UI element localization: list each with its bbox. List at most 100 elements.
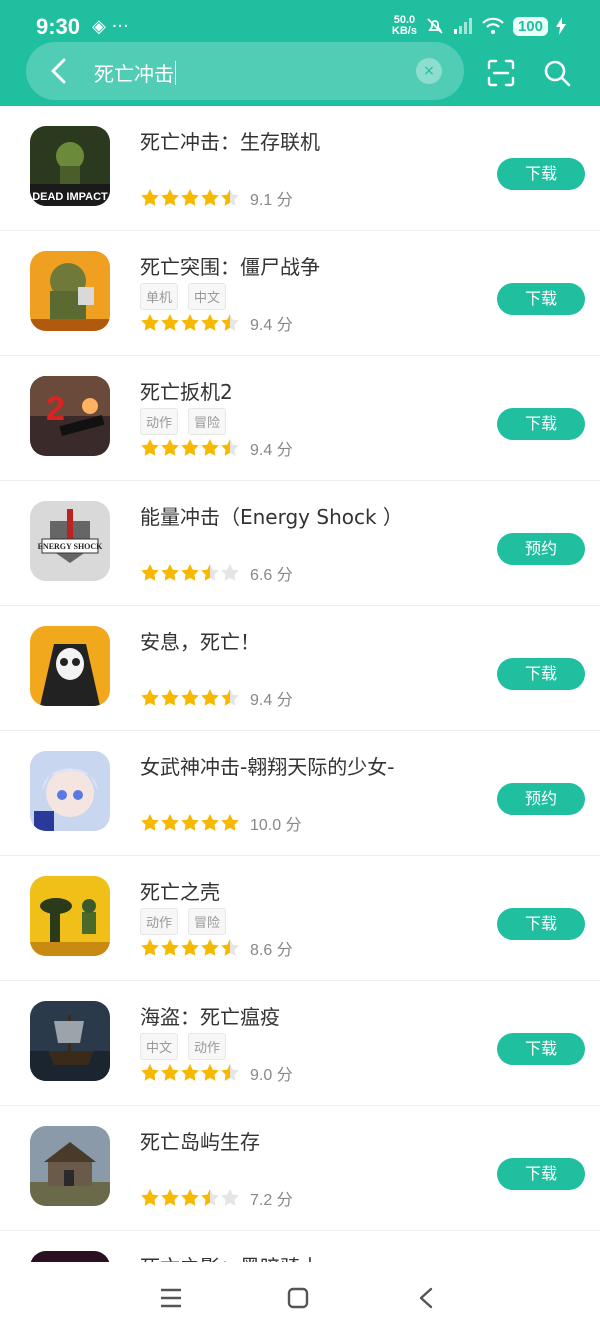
star-filled-icon bbox=[141, 439, 159, 456]
rating-score: 6.6 分 bbox=[250, 567, 293, 584]
star-filled-icon bbox=[181, 814, 199, 831]
app-title[interactable]: 死亡之壳 bbox=[140, 876, 220, 905]
clear-search-button[interactable]: × bbox=[416, 58, 442, 84]
star-filled-icon bbox=[161, 1064, 179, 1081]
app-title[interactable]: 死亡突围：僵尸战争 bbox=[140, 251, 320, 280]
home-icon[interactable] bbox=[286, 1286, 310, 1310]
rating-score: 9.4 分 bbox=[250, 692, 293, 709]
result-item[interactable]: 死亡突围：僵尸战争 单机 中文 9.4 分 下载 bbox=[0, 231, 600, 356]
star-filled-icon bbox=[141, 314, 159, 331]
rating: 7.2 分 bbox=[140, 1186, 293, 1210]
alien-shell-icon[interactable] bbox=[30, 876, 110, 956]
app-title[interactable]: 能量冲击（Energy Shock ） bbox=[140, 501, 403, 530]
app-title[interactable]: 死亡冲击：生存联机 bbox=[140, 126, 320, 155]
tag-label: 单机 bbox=[140, 283, 179, 310]
app-title[interactable]: 死亡扳机2 bbox=[140, 376, 233, 405]
back-icon[interactable] bbox=[416, 1286, 436, 1310]
result-item[interactable]: 女武神冲击-翱翔天际的少女- 10.0 分 预约 bbox=[0, 731, 600, 856]
tag-list: 动作 冒险 bbox=[140, 408, 227, 435]
star-filled-icon bbox=[141, 189, 159, 206]
search-icon[interactable] bbox=[542, 58, 572, 88]
shadow-knight-icon[interactable] bbox=[30, 1251, 110, 1262]
rating: 10.0 分 bbox=[140, 811, 302, 835]
scan-icon[interactable] bbox=[486, 58, 516, 88]
reserve-button[interactable]: 预约 bbox=[497, 533, 585, 565]
download-button[interactable]: 下载 bbox=[497, 908, 585, 940]
rating-score: 9.4 分 bbox=[250, 317, 293, 334]
search-query-text: 死亡冲击 bbox=[94, 62, 174, 86]
app-title[interactable]: 安息，死亡！ bbox=[140, 626, 260, 655]
net-speed: 50.0 KB/s bbox=[392, 15, 417, 37]
app-header: 9:30 ◈ ··· 50.0 KB/s 100 死亡冲击 × bbox=[0, 0, 600, 106]
menu-icon[interactable] bbox=[158, 1286, 184, 1310]
app-title[interactable]: 女武神冲击-翱翔天际的少女- bbox=[140, 751, 394, 780]
result-item[interactable]: DEAD IMPACT 死亡冲击：生存联机 9.1 分 下载 bbox=[0, 106, 600, 231]
star-filled-icon bbox=[201, 814, 219, 831]
download-button[interactable]: 下载 bbox=[497, 1033, 585, 1065]
tag-label: 动作 bbox=[140, 908, 179, 935]
download-button[interactable]: 下载 bbox=[497, 1158, 585, 1190]
app-title[interactable]: 死亡之影：黑暗骑士 bbox=[140, 1251, 320, 1262]
download-button[interactable]: 下载 bbox=[497, 658, 585, 690]
star-filled-icon bbox=[161, 814, 179, 831]
star-filled-icon bbox=[161, 1189, 179, 1206]
star-filled-icon bbox=[161, 939, 179, 956]
pirate-ship-icon[interactable] bbox=[30, 1001, 110, 1081]
tag-label: 动作 bbox=[188, 1033, 227, 1060]
star-filled-icon bbox=[201, 1064, 219, 1081]
charging-icon bbox=[556, 17, 566, 35]
result-item[interactable]: 死亡之壳 动作 冒险 8.6 分 下载 bbox=[0, 856, 600, 981]
star-filled-icon bbox=[181, 939, 199, 956]
result-item[interactable]: 2 死亡扳机2 动作 冒险 9.4 分 下载 bbox=[0, 356, 600, 481]
wifi-icon bbox=[482, 17, 504, 34]
signal-icon bbox=[453, 18, 472, 34]
rating-score: 7.2 分 bbox=[250, 1192, 293, 1209]
star-filled-icon bbox=[181, 439, 199, 456]
search-input[interactable]: 死亡冲击 bbox=[94, 58, 176, 87]
svg-text:DEAD IMPACT: DEAD IMPACT bbox=[32, 191, 108, 203]
mute-icon bbox=[427, 18, 443, 34]
app-title[interactable]: 死亡岛屿生存 bbox=[140, 1126, 260, 1155]
tag-label: 动作 bbox=[140, 408, 179, 435]
app-title[interactable]: 海盗：死亡瘟疫 bbox=[140, 1001, 280, 1030]
download-button[interactable]: 下载 bbox=[497, 283, 585, 315]
skull-reaper-icon[interactable] bbox=[30, 626, 110, 706]
tag-list: 单机 中文 bbox=[140, 283, 227, 310]
reserve-button[interactable]: 预约 bbox=[497, 783, 585, 815]
status-time: 9:30 bbox=[36, 14, 81, 39]
download-button[interactable]: 下载 bbox=[497, 408, 585, 440]
star-filled-icon bbox=[141, 814, 159, 831]
abandoned-house-icon[interactable] bbox=[30, 1126, 110, 1206]
result-item[interactable]: 死亡岛屿生存 7.2 分 下载 bbox=[0, 1106, 600, 1231]
star-filled-icon bbox=[201, 689, 219, 706]
status-bar: 9:30 ◈ ··· 50.0 KB/s 100 bbox=[0, 0, 600, 46]
dead-impact-icon[interactable]: DEAD IMPACT bbox=[30, 126, 110, 206]
result-item[interactable]: ENERGY SHOCK 能量冲击（Energy Shock ） 6.6 分 预约 bbox=[0, 481, 600, 606]
star-filled-icon bbox=[221, 814, 239, 831]
star-filled-icon bbox=[141, 939, 159, 956]
svg-text:ENERGY SHOCK: ENERGY SHOCK bbox=[38, 542, 104, 551]
star-filled-icon bbox=[141, 1189, 159, 1206]
energy-shock-icon[interactable]: ENERGY SHOCK bbox=[30, 501, 110, 581]
star-filled-icon bbox=[161, 689, 179, 706]
zombie-war-icon[interactable] bbox=[30, 251, 110, 331]
star-filled-icon bbox=[201, 314, 219, 331]
search-results-list[interactable]: DEAD IMPACT 死亡冲击：生存联机 9.1 分下载 死亡突围：僵尸战争 单机 中文… bbox=[0, 106, 600, 1262]
back-arrow-icon[interactable] bbox=[44, 54, 74, 88]
star-empty-icon bbox=[221, 1189, 239, 1206]
dead-trigger-icon[interactable]: 2 bbox=[30, 376, 110, 456]
result-item[interactable]: 死亡之影：黑暗骑士 bbox=[0, 1231, 600, 1262]
search-bar[interactable]: 死亡冲击 × bbox=[26, 42, 464, 100]
star-half-icon bbox=[221, 1064, 239, 1081]
tag-label: 冒险 bbox=[188, 908, 227, 935]
star-half-icon bbox=[201, 1189, 219, 1206]
download-button[interactable]: 下载 bbox=[497, 158, 585, 190]
rating: 9.4 分 bbox=[140, 686, 293, 710]
svg-text:2: 2 bbox=[46, 390, 65, 428]
rating-score: 10.0 分 bbox=[250, 817, 302, 834]
anime-valkyrie-icon[interactable] bbox=[30, 751, 110, 831]
rating: 9.4 分 bbox=[140, 436, 293, 460]
result-item[interactable]: 安息，死亡！ 9.4 分 下载 bbox=[0, 606, 600, 731]
system-nav-bar bbox=[0, 1262, 600, 1333]
result-item[interactable]: 海盗：死亡瘟疫 中文 动作 9.0 分 下载 bbox=[0, 981, 600, 1106]
